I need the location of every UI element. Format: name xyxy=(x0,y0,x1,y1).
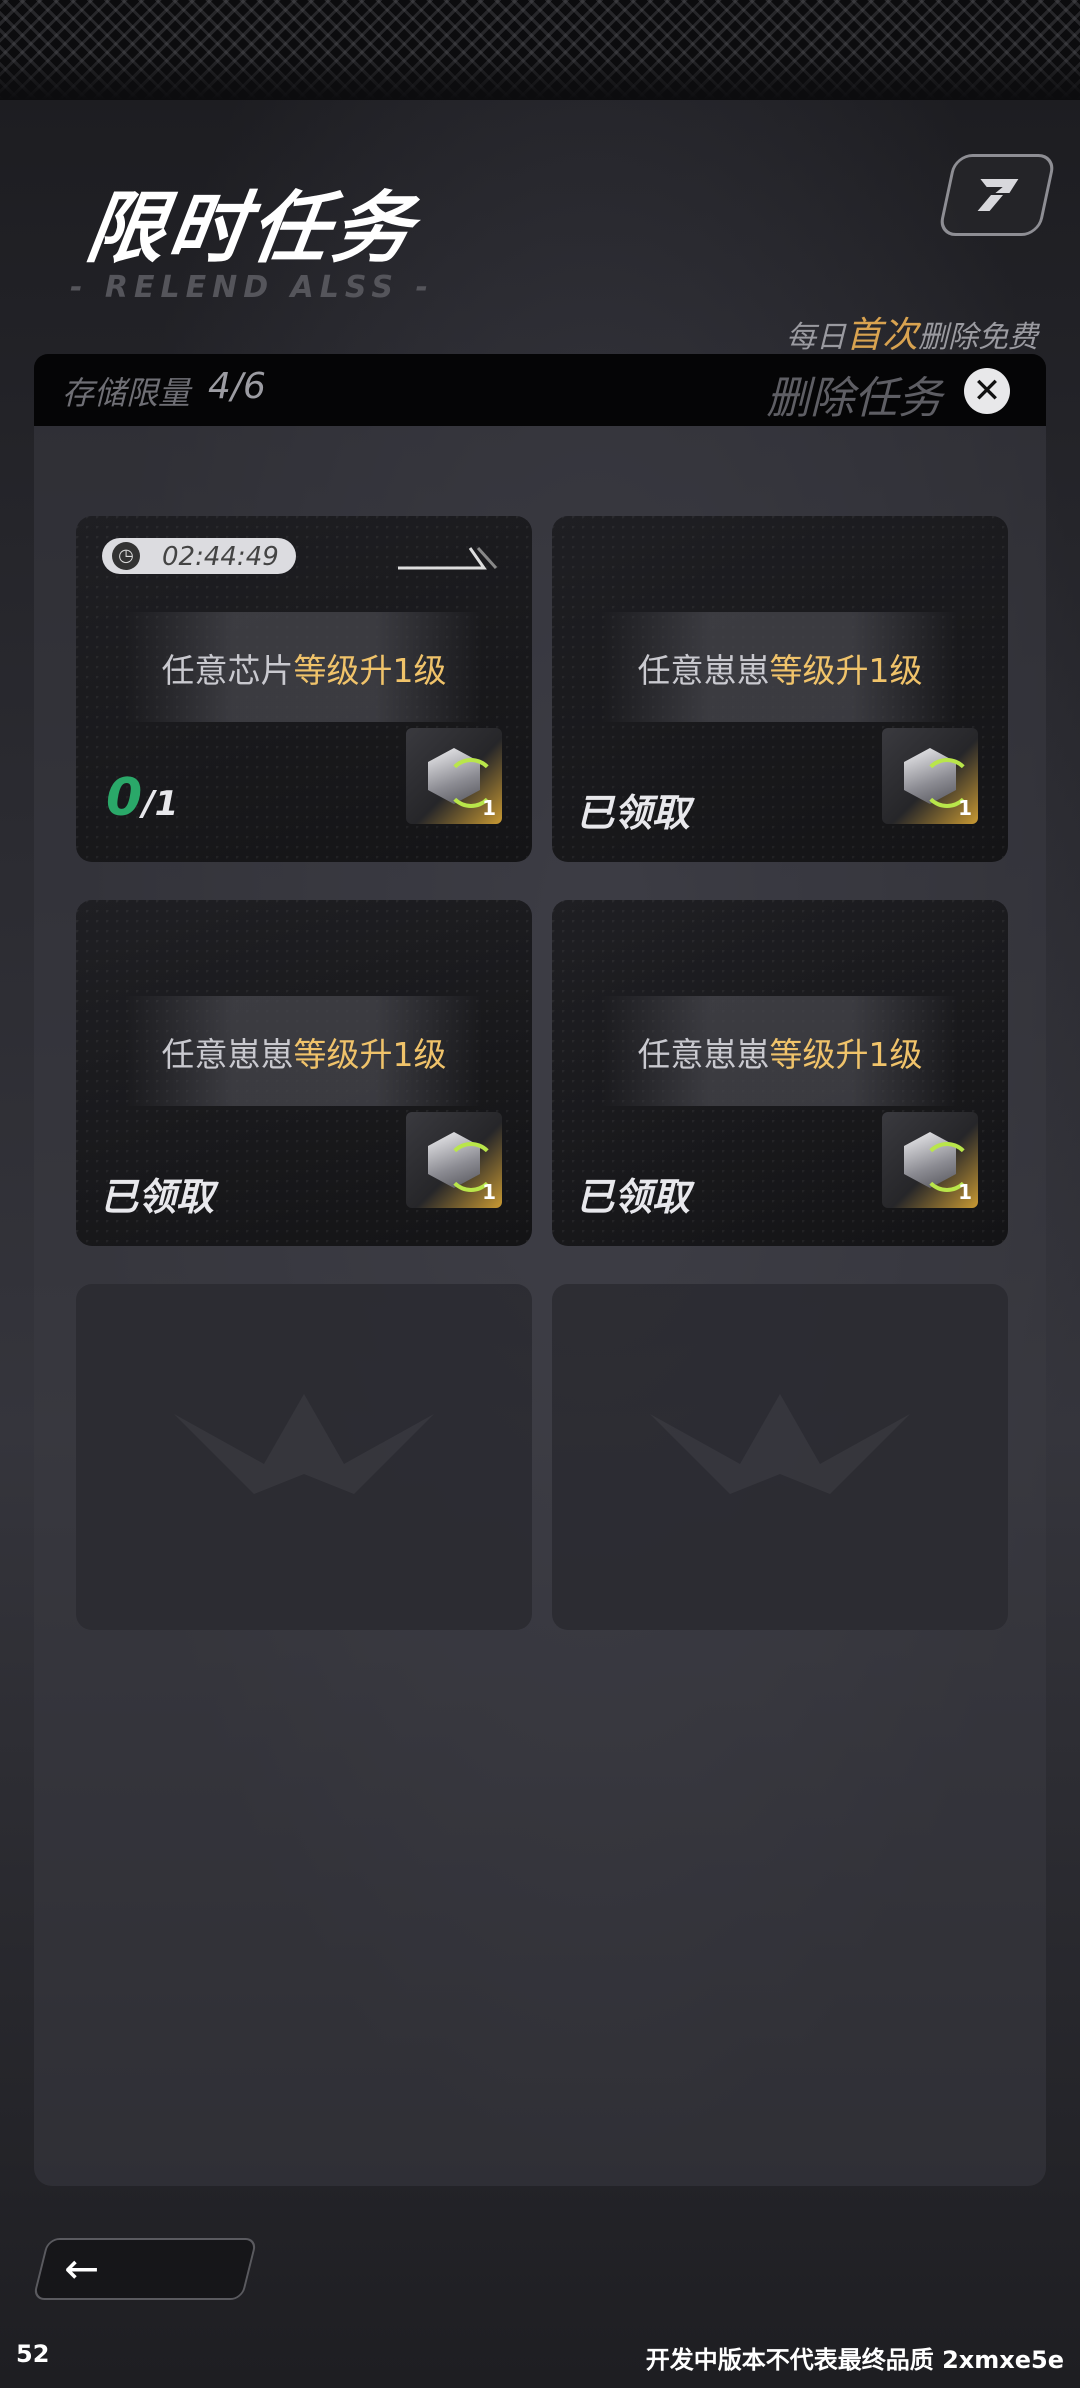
daily-free-delete-note: 每日首次删除免费 xyxy=(786,306,1038,358)
task-description: 任意崽崽等级升1级 xyxy=(76,1028,532,1076)
reward-quantity: 1 xyxy=(482,1180,496,1204)
page-subtitle: - RELEND ALSS - xyxy=(70,270,434,305)
progress-total: /1 xyxy=(142,784,179,824)
task-highlight: 等级升1级 xyxy=(293,1035,447,1074)
clock-icon: ◷ xyxy=(112,542,140,570)
claimed-status: 已领取 xyxy=(576,1175,691,1219)
task-description: 任意崽崽等级升1级 xyxy=(552,644,1008,692)
task-card[interactable]: ◷ 02:44:49 任意芯片等级升1级 0/1 1 xyxy=(76,516,532,862)
task-card[interactable]: 任意崽崽等级升1级 已领取 1 xyxy=(552,900,1008,1246)
claimed-status: 已领取 xyxy=(576,791,691,835)
storage-label: 存储限量 xyxy=(62,374,191,412)
delete-task-label[interactable]: 删除任务 xyxy=(766,362,942,426)
reward-quantity: 1 xyxy=(958,796,972,820)
task-prefix: 任意崽崽 xyxy=(637,651,770,690)
empty-slot-emblem-icon xyxy=(174,1394,434,1494)
task-description: 任意芯片等级升1级 xyxy=(76,644,532,692)
close-icon[interactable]: ✕ xyxy=(964,368,1010,414)
free-note-suffix: 删除免费 xyxy=(918,320,1038,355)
reward-item[interactable]: 1 xyxy=(882,728,978,824)
storage-bar: 存储限量 4/6 删除任务 ✕ xyxy=(34,354,1046,426)
dev-build-note: 开发中版本不代表最终品质 2xmxe5e xyxy=(645,2346,1064,2374)
task-prefix: 任意崽崽 xyxy=(637,1035,770,1074)
page-title: 限时任务 xyxy=(80,184,422,274)
task-highlight: 等级升1级 xyxy=(769,1035,923,1074)
fps-counter: 52 xyxy=(16,2340,50,2368)
reward-quantity: 1 xyxy=(482,796,496,820)
task-card[interactable]: 任意崽崽等级升1级 已领取 1 xyxy=(552,516,1008,862)
task-prefix: 任意崽崽 xyxy=(161,1035,294,1074)
task-highlight: 等级升1级 xyxy=(293,651,447,690)
top-decoration-band xyxy=(0,0,1080,100)
corner-decoration-icon xyxy=(398,546,498,570)
claimed-status: 已领取 xyxy=(100,1175,215,1219)
reward-item[interactable]: 1 xyxy=(882,1112,978,1208)
reward-quantity: 1 xyxy=(958,1180,972,1204)
progress-current: 0 xyxy=(106,768,143,828)
task-prefix: 任意芯片 xyxy=(161,651,294,690)
back-button[interactable]: ← xyxy=(32,2238,258,2300)
brand-logo-icon xyxy=(977,179,1019,211)
empty-task-slot xyxy=(552,1284,1008,1630)
empty-slot-emblem-icon xyxy=(650,1394,910,1494)
task-description: 任意崽崽等级升1级 xyxy=(552,1028,1008,1076)
back-arrow-icon: ← xyxy=(64,2244,100,2293)
reward-item[interactable]: 1 xyxy=(406,1112,502,1208)
task-highlight: 等级升1级 xyxy=(769,651,923,690)
free-note-highlight: 首次 xyxy=(845,315,918,356)
task-card[interactable]: 任意崽崽等级升1级 已领取 1 xyxy=(76,900,532,1246)
free-note-prefix: 每日 xyxy=(785,320,846,355)
empty-task-slot xyxy=(76,1284,532,1630)
logo-button[interactable] xyxy=(937,154,1057,236)
timer-badge: ◷ 02:44:49 xyxy=(102,538,296,574)
storage-count: 4/6 xyxy=(208,366,266,407)
task-progress: 0/1 xyxy=(106,768,178,828)
reward-item[interactable]: 1 xyxy=(406,728,502,824)
timer-value: 02:44:49 xyxy=(162,542,279,572)
